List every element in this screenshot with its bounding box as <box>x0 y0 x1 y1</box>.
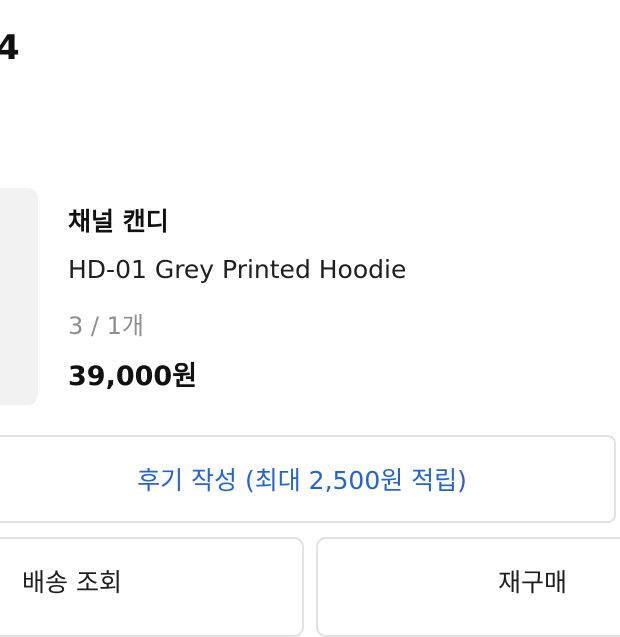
price: 39,000원 <box>68 361 198 392</box>
order-number: 4 <box>0 28 20 68</box>
product-thumbnail[interactable] <box>0 188 38 405</box>
reorder-label: 재구매 <box>498 568 568 597</box>
hoodie-image <box>0 188 38 405</box>
reorder-button[interactable]: 재구매 <box>316 537 620 637</box>
write-review-label: 후기 작성 (최대 2,500원 적립) <box>137 466 467 495</box>
write-review-button[interactable]: 후기 작성 (최대 2,500원 적립) <box>0 435 616 523</box>
option-quantity: 3 / 1개 <box>68 312 144 340</box>
track-shipping-label: 배송 조회 <box>22 568 122 597</box>
product-name[interactable]: HD-01 Grey Printed Hoodie <box>68 255 406 284</box>
brand-name[interactable]: 채널 캔디 <box>68 202 169 238</box>
track-shipping-button[interactable]: 배송 조회 <box>0 537 304 637</box>
